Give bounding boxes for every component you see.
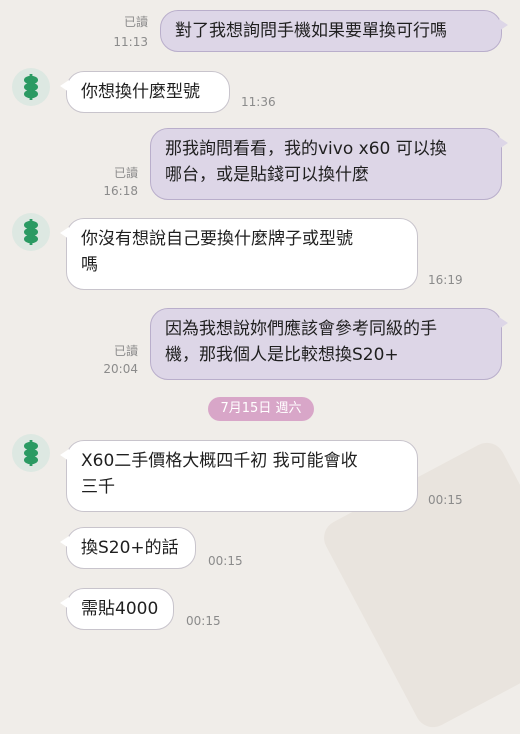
incoming-message-bubble[interactable]: 換S20+的話 (60, 527, 196, 569)
incoming-message-bubble[interactable]: X60二手價格大概四千初 我可能會收 三千 (60, 440, 418, 512)
message-time: 00:15 (208, 554, 243, 568)
message-time: 20:04 (103, 362, 138, 376)
incoming-message-bubble[interactable]: 需貼4000 (60, 588, 174, 630)
green-stacked-avatar-icon (24, 74, 38, 100)
green-stacked-avatar-icon (24, 440, 38, 466)
green-stacked-avatar-icon (24, 219, 38, 245)
incoming-message-bubble[interactable]: 你沒有想說自己要換什麼牌子或型號 嗎 (60, 218, 418, 290)
read-receipt: 已讀 (123, 15, 148, 29)
contact-avatar[interactable] (12, 434, 50, 472)
date-separator-badge: 7月15日 週六 (208, 397, 314, 421)
outgoing-message-bubble[interactable]: 那我詢問看看，我的vivo x60 可以換 哪台，或是貼錢可以換什麼 (150, 128, 508, 200)
chat-conversation: 已讀 11:13 對了我想詢問手機如果要單換可行嗎 你想換什麼型號 11:36 … (0, 0, 520, 640)
incoming-message-bubble[interactable]: 你想換什麼型號 (60, 71, 230, 113)
message-time: 16:18 (103, 184, 138, 198)
read-receipt: 已讀 (113, 166, 138, 180)
contact-avatar[interactable] (12, 213, 50, 251)
message-time: 00:15 (428, 493, 463, 507)
message-time: 00:15 (186, 614, 221, 628)
message-time: 11:36 (241, 95, 276, 109)
outgoing-message-bubble[interactable]: 對了我想詢問手機如果要單換可行嗎 (160, 10, 508, 52)
contact-avatar[interactable] (12, 68, 50, 106)
message-time: 11:13 (113, 35, 148, 49)
read-receipt: 已讀 (113, 344, 138, 358)
message-time: 16:19 (428, 273, 463, 287)
outgoing-message-bubble[interactable]: 因為我想說妳們應該會參考同級的手 機，那我個人是比較想換S20+ (150, 308, 508, 380)
